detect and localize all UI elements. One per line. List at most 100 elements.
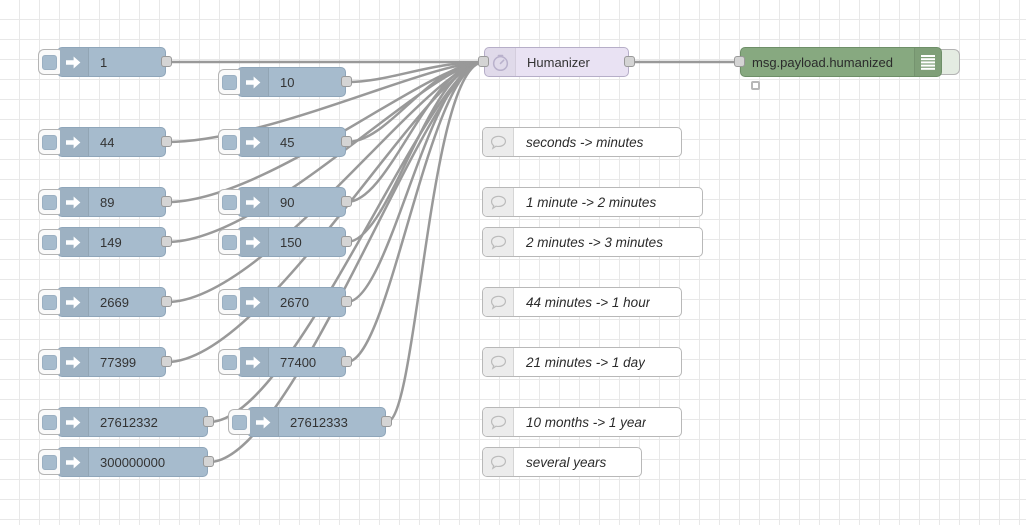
inject-node-body[interactable]: 44 [57, 127, 166, 157]
inject-node-body[interactable]: 77400 [237, 347, 346, 377]
inject-trigger-button[interactable] [218, 189, 240, 215]
wire[interactable] [345, 60, 486, 144]
inject-trigger-button[interactable] [38, 449, 60, 475]
output-port[interactable] [381, 416, 392, 427]
wire[interactable] [385, 60, 486, 424]
inject-node-label: 44 [100, 134, 115, 150]
inject-node-label: 150 [280, 234, 302, 250]
inject-trigger-button[interactable] [38, 409, 60, 435]
wire[interactable] [345, 60, 486, 84]
inject-node[interactable]: 150 [218, 227, 352, 257]
inject-trigger-button[interactable] [38, 129, 60, 155]
inject-trigger-button[interactable] [218, 289, 240, 315]
output-port[interactable] [203, 416, 214, 427]
inject-node-body[interactable]: 1 [57, 47, 166, 77]
inject-trigger-button[interactable] [38, 229, 60, 255]
output-port[interactable] [161, 356, 172, 367]
comment-bubble-icon [483, 188, 514, 216]
inject-node-body[interactable]: 300000000 [57, 447, 208, 477]
inject-node-body[interactable]: 45 [237, 127, 346, 157]
debug-node[interactable]: msg.payload.humanized [734, 47, 960, 90]
inject-trigger-button[interactable] [38, 289, 60, 315]
wire[interactable] [165, 60, 486, 304]
output-port[interactable] [161, 236, 172, 247]
inject-node-body[interactable]: 27612332 [57, 407, 208, 437]
output-port[interactable] [161, 196, 172, 207]
output-port[interactable] [203, 456, 214, 467]
inject-arrow-icon [58, 288, 89, 316]
output-port[interactable] [341, 236, 352, 247]
output-port[interactable] [161, 136, 172, 147]
inject-node[interactable]: 2670 [218, 287, 352, 317]
inject-node[interactable]: 77399 [38, 347, 172, 377]
output-port[interactable] [161, 296, 172, 307]
inject-node-label: 10 [280, 74, 295, 90]
function-node-humanizer[interactable]: Humanizer [478, 47, 635, 77]
inject-node[interactable]: 2669 [38, 287, 172, 317]
inject-node-body[interactable]: 27612333 [247, 407, 386, 437]
inject-node[interactable]: 27612333 [228, 407, 392, 437]
inject-node-body[interactable]: 150 [237, 227, 346, 257]
wire[interactable] [345, 60, 486, 304]
output-port[interactable] [624, 56, 635, 67]
inject-node[interactable]: 1 [38, 47, 172, 77]
stopwatch-icon [485, 48, 516, 76]
inject-trigger-button[interactable] [38, 189, 60, 215]
wire[interactable] [345, 60, 486, 364]
inject-trigger-button[interactable] [218, 349, 240, 375]
inject-node-body[interactable]: 89 [57, 187, 166, 217]
output-port[interactable] [341, 136, 352, 147]
inject-node[interactable]: 10 [218, 67, 352, 97]
output-port[interactable] [341, 356, 352, 367]
inject-node-body[interactable]: 77399 [57, 347, 166, 377]
input-port[interactable] [734, 56, 745, 67]
output-port[interactable] [341, 76, 352, 87]
comment-node[interactable]: several years [482, 447, 642, 477]
inject-node[interactable]: 77400 [218, 347, 352, 377]
inject-node[interactable]: 90 [218, 187, 352, 217]
inject-node-body[interactable]: 2669 [57, 287, 166, 317]
inject-node-label: 2669 [100, 294, 129, 310]
inject-node-label: 77399 [100, 354, 137, 370]
comment-bubble-icon [483, 228, 514, 256]
comment-node[interactable]: 21 minutes -> 1 day [482, 347, 682, 377]
comment-node[interactable]: 44 minutes -> 1 hour [482, 287, 682, 317]
inject-node[interactable]: 89 [38, 187, 172, 217]
inject-node[interactable]: 27612332 [38, 407, 214, 437]
output-port[interactable] [341, 296, 352, 307]
inject-node-body[interactable]: 149 [57, 227, 166, 257]
inject-node-body[interactable]: 2670 [237, 287, 346, 317]
wire[interactable] [345, 60, 486, 244]
wire[interactable] [207, 60, 486, 464]
inject-trigger-button[interactable] [38, 349, 60, 375]
inject-node-body[interactable]: 90 [237, 187, 346, 217]
debug-node-label: msg.payload.humanized [752, 54, 893, 70]
input-port[interactable] [478, 56, 489, 67]
wire[interactable] [345, 60, 486, 204]
inject-node[interactable]: 45 [218, 127, 352, 157]
inject-node-body[interactable]: 10 [237, 67, 346, 97]
inject-node-label: 149 [100, 234, 122, 250]
output-port[interactable] [161, 56, 172, 67]
inject-node[interactable]: 300000000 [38, 447, 214, 477]
inject-trigger-button[interactable] [218, 129, 240, 155]
inject-node[interactable]: 44 [38, 127, 172, 157]
function-node-body[interactable]: Humanizer [484, 47, 629, 77]
inject-arrow-icon [238, 188, 269, 216]
comment-node[interactable]: 2 minutes -> 3 minutes [482, 227, 703, 257]
inject-trigger-button[interactable] [228, 409, 250, 435]
comment-node[interactable]: 10 months -> 1 year [482, 407, 682, 437]
inject-node-label: 89 [100, 194, 115, 210]
debug-node-body[interactable]: msg.payload.humanized [740, 47, 942, 77]
inject-arrow-icon [58, 448, 89, 476]
comment-node[interactable]: seconds -> minutes [482, 127, 682, 157]
inject-trigger-button[interactable] [38, 49, 60, 75]
comment-node[interactable]: 1 minute -> 2 minutes [482, 187, 703, 217]
inject-node-label: 1 [100, 54, 108, 70]
flow-canvas[interactable]: 1 10 44 45 89 90 149 150 2669 2670 77399 77400 27612… [0, 0, 1026, 525]
inject-arrow-icon [238, 348, 269, 376]
inject-node[interactable]: 149 [38, 227, 172, 257]
inject-trigger-button[interactable] [218, 69, 240, 95]
output-port[interactable] [341, 196, 352, 207]
inject-trigger-button[interactable] [218, 229, 240, 255]
